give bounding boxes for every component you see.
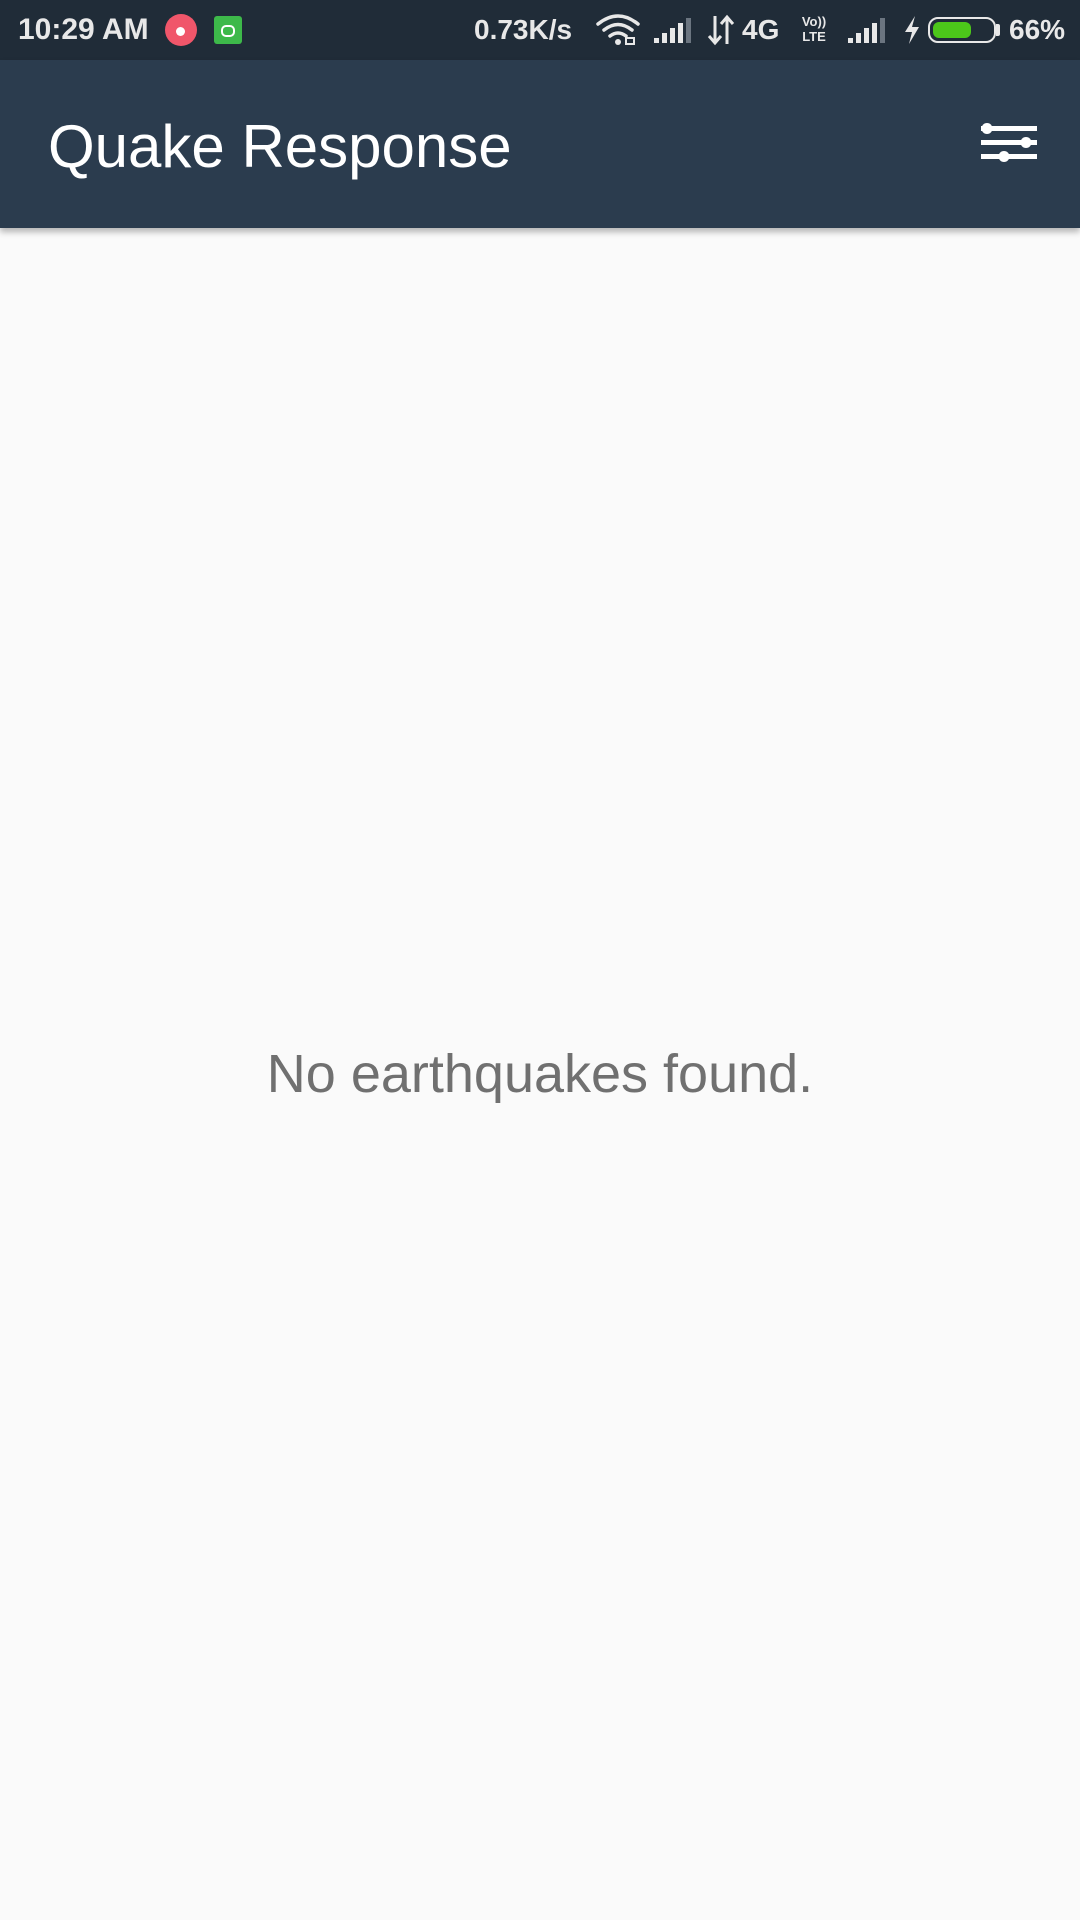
- earthquake-list-area[interactable]: No earthquakes found.: [0, 228, 1080, 1920]
- app-bar: Quake Response: [0, 60, 1080, 228]
- battery-icon: [928, 17, 996, 43]
- page-title: Quake Response: [48, 113, 512, 180]
- status-time: 10:29 AM: [18, 13, 149, 46]
- status-bar: 10:29 AM 0.73K/s 4G Vo)) LTE 66%: [0, 0, 1080, 60]
- volte-top-label: Vo)): [801, 14, 827, 29]
- data-arrows-icon: [707, 14, 735, 46]
- music-app-icon: [165, 14, 197, 46]
- charging-bolt-icon: [905, 16, 919, 44]
- network-type: 4G: [742, 14, 780, 45]
- volte-indicator: Vo)) LTE: [798, 14, 830, 44]
- filter-settings-button[interactable]: [966, 112, 1042, 176]
- battery-percent: 66%: [1009, 14, 1066, 45]
- battery-tip: [996, 24, 1000, 36]
- cell-signal-icon: [654, 18, 691, 43]
- empty-state-message: No earthquakes found.: [266, 1044, 814, 1104]
- android-app-icon: [214, 16, 242, 44]
- wifi-icon: [596, 14, 640, 45]
- cell-signal-icon: [848, 18, 885, 43]
- filter-sliders-icon: [981, 123, 1037, 162]
- network-speed: 0.73K/s: [474, 14, 573, 45]
- volte-bottom-label: LTE: [802, 29, 826, 44]
- battery-level-fill: [933, 22, 971, 38]
